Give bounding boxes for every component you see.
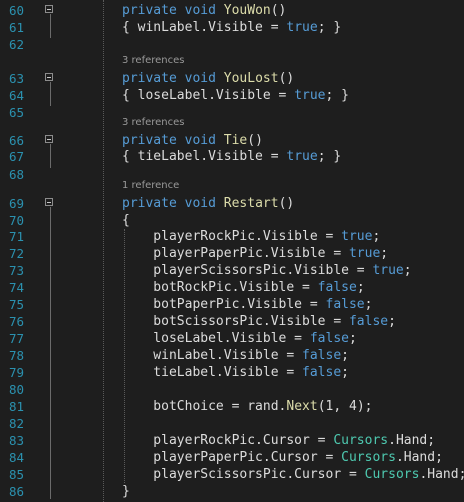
code-text: winLabel.Visible = false; [122,348,349,363]
code-line[interactable]: 86} [0,483,464,500]
code-line[interactable]: 76 botScissorsPic.Visible = false; [0,313,464,330]
line-number: 77 [8,331,24,346]
line-number: 73 [8,263,24,278]
code-text: { loseLabel.Visible = true; } [122,88,349,103]
line-number: 75 [8,297,24,312]
line-number: 63 [8,71,24,86]
line-number: 82 [8,416,24,431]
code-text: loseLabel.Visible = false; [122,331,357,346]
line-number: 83 [8,433,24,448]
code-text: } [122,484,130,499]
line-number: 71 [8,229,24,244]
code-text: botPaperPic.Visible = false; [122,297,373,312]
line-number: 84 [8,450,24,465]
code-line[interactable]: 70 { [0,212,464,229]
line-number: 76 [8,314,24,329]
code-text: private void YouWon() [122,3,287,18]
code-line[interactable]: 72 playerPaperPic.Visible = true; [0,245,464,262]
line-number: 81 [8,399,24,414]
line-number: 85 [8,467,24,482]
code-line[interactable]: 84 playerPaperPic.Cursor = Cursors.Hand; [0,449,464,466]
indent-guide [124,229,125,483]
line-number: 70 [8,213,24,228]
code-line[interactable]: 79 tieLabel.Visible = false; [0,364,464,381]
code-text: { tieLabel.Visible = true; } [122,149,342,164]
line-number: 78 [8,348,24,363]
line-number: 80 [8,382,24,397]
code-text: botRockPic.Visible = false; [122,280,365,295]
code-text: playerScissorsPic.Visible = true; [122,263,412,278]
code-text: playerScissorsPic.Cursor = Cursors.Hand; [122,467,464,482]
code-text: botScissorsPic.Visible = false; [122,314,396,329]
code-editor[interactable]: 60 private void YouWon() 61 { winLabel.Visi… [0,0,464,502]
code-line[interactable]: 85 playerScissorsPic.Cursor = Cursors.Ha… [0,466,464,483]
minus-box-icon [45,135,53,143]
code-line[interactable]: 80 [0,381,464,398]
line-number: 62 [8,37,24,52]
code-text: playerRockPic.Visible = true; [122,229,381,244]
code-text: playerRockPic.Cursor = Cursors.Hand; [122,433,436,448]
outline-guide [50,14,51,38]
code-line[interactable]: 69 private void Restart() [0,195,464,212]
code-line[interactable]: 66 private void Tie() [0,132,464,149]
code-text: playerPaperPic.Cursor = Cursors.Hand; [122,450,443,465]
code-text: private void Tie() [122,133,263,148]
line-number: 60 [8,3,24,18]
line-number: 86 [8,484,24,499]
code-line[interactable]: 82 [0,415,464,432]
code-line[interactable]: 64 { loseLabel.Visible = true; } [0,87,464,104]
code-line[interactable]: 71 playerRockPic.Visible = true; [0,228,464,245]
line-number: 65 [8,105,24,120]
code-line[interactable]: 81 botChoice = rand.Next(1, 4); [0,398,464,415]
line-number: 66 [8,133,24,148]
code-line[interactable]: 60 private void YouWon() [0,2,464,19]
outline-guide [50,207,51,499]
minus-box-icon [45,73,53,81]
code-text: { [122,213,130,228]
codelens-references[interactable]: 3 references [122,55,185,66]
line-number: 68 [8,167,24,182]
code-line[interactable]: 77 loseLabel.Visible = false; [0,330,464,347]
code-text: private void Restart() [122,196,295,211]
code-text: tieLabel.Visible = false; [122,365,349,380]
outline-guide [50,82,51,106]
code-line[interactable]: 74 botRockPic.Visible = false; [0,279,464,296]
outline-guide [50,144,51,168]
code-line[interactable]: 75 botPaperPic.Visible = false; [0,296,464,313]
code-text: private void YouLost() [122,71,295,86]
code-line[interactable]: 65 [0,104,464,121]
minus-box-icon [45,5,53,13]
line-number: 61 [8,20,24,35]
code-line[interactable]: 62 [0,36,464,53]
code-line[interactable]: 67 { tieLabel.Visible = true; } [0,148,464,165]
code-text: { winLabel.Visible = true; } [122,20,342,35]
code-line[interactable]: 83 playerRockPic.Cursor = Cursors.Hand; [0,432,464,449]
code-line[interactable]: 78 winLabel.Visible = false; [0,347,464,364]
line-number: 79 [8,365,24,380]
codelens-references[interactable]: 1 reference [122,180,179,191]
code-text: botChoice = rand.Next(1, 4); [122,399,373,414]
line-number: 64 [8,88,24,103]
line-number: 72 [8,246,24,261]
code-line[interactable]: 73 playerScissorsPic.Visible = true; [0,262,464,279]
code-text: playerPaperPic.Visible = true; [122,246,389,261]
line-number: 69 [8,196,24,211]
indent-guide [103,0,104,502]
code-line[interactable]: 63 private void YouLost() [0,70,464,87]
code-line[interactable]: 61 { winLabel.Visible = true; } [0,19,464,36]
code-line[interactable]: 68 [0,166,464,183]
line-number: 74 [8,280,24,295]
minus-box-icon [45,198,53,206]
line-number: 67 [8,149,24,164]
codelens-references[interactable]: 3 references [122,117,185,128]
